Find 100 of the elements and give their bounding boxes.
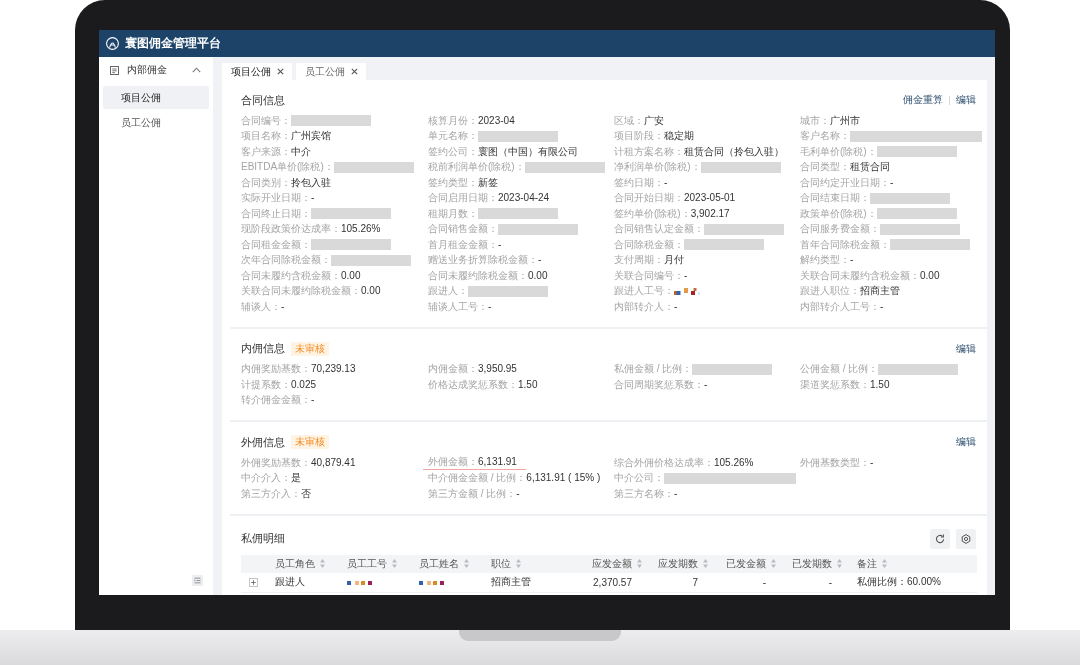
field-label: 中介佣金金额 / 比例：	[428, 472, 527, 485]
field-value: 6,131.91 ( 15% )	[526, 472, 601, 485]
field-label: 关联合同编号：	[614, 269, 684, 282]
field-label: 区域：	[614, 114, 644, 127]
sort-icon[interactable]	[882, 559, 887, 568]
sort-icon[interactable]	[837, 559, 842, 568]
field-label: 合同服务费金额：	[800, 223, 880, 236]
field-label: 综合外佣价格达成率：	[614, 456, 714, 469]
refresh-icon	[935, 533, 945, 544]
sidebar-item[interactable]: 员工公佣	[103, 111, 209, 134]
sort-icon[interactable]	[703, 559, 708, 568]
tab[interactable]: 员工公佣	[296, 63, 366, 80]
tab[interactable]: 项目公佣	[222, 63, 292, 80]
field-value: 广州市	[830, 114, 860, 127]
field-label: 合同终止日期：	[241, 207, 311, 220]
action-link[interactable]: 编辑	[956, 435, 976, 449]
sort-icon[interactable]	[637, 559, 642, 568]
field-label: 合同启用日期：	[428, 192, 498, 205]
field-value: -	[538, 254, 542, 267]
field-value: 3,950.95	[478, 363, 517, 376]
field-value: 105.26%	[341, 223, 381, 236]
field-label: 内佣金额：	[428, 363, 478, 376]
settings-icon	[961, 533, 971, 544]
close-icon[interactable]	[277, 68, 284, 75]
field-label: 外佣基数类型：	[800, 456, 870, 469]
field-label: 支付周期：	[614, 254, 664, 267]
field-label: 外佣金额：	[428, 456, 478, 469]
cell-text: -	[828, 576, 832, 588]
sort-icon[interactable]	[516, 559, 521, 568]
field-value: -	[674, 487, 678, 500]
refresh-button[interactable]	[930, 528, 950, 549]
document-icon	[110, 65, 119, 75]
sidebar-item[interactable]: 项目公佣	[103, 86, 209, 109]
sort-icon[interactable]	[464, 559, 469, 568]
field-value: 40,879.41	[311, 456, 356, 469]
field-label: 合同未履约除税金额：	[428, 269, 528, 282]
field-label: 跟进人职位：	[800, 285, 860, 298]
sort-icon[interactable]	[320, 559, 325, 568]
menu-group[interactable]: 内部佣金	[99, 57, 213, 83]
field-value: -	[311, 192, 315, 205]
action-link[interactable]: 编辑	[956, 341, 976, 356]
field-value: 1.50	[518, 378, 538, 391]
field-label: 签约公司：	[428, 145, 478, 158]
field-value: -	[488, 300, 492, 313]
logo-icon	[106, 37, 119, 50]
field-label: 第三方金额 / 比例：	[428, 487, 517, 500]
field-value: 新签	[478, 176, 498, 189]
field-value: 2023-04-24	[498, 192, 550, 205]
column-header[interactable]: 应发期数	[650, 554, 716, 573]
field-label: 公佣金额 / 比例：	[800, 363, 879, 376]
sort-icon[interactable]	[392, 559, 397, 568]
field-label: 第三方名称：	[614, 487, 674, 500]
field-value: -	[880, 300, 884, 313]
field-label: 解约类型：	[800, 254, 850, 267]
field-value: 3,902.17	[690, 207, 730, 220]
section-title: 私佣明细	[241, 531, 285, 546]
pixelated-value-icon	[347, 578, 373, 586]
field-value: -	[664, 176, 668, 189]
field-label: 中介公司：	[614, 472, 664, 485]
column-header[interactable]: 员工工号	[340, 554, 412, 573]
field-label: 合同约定开业日期：	[800, 176, 890, 189]
field-value: 招商主管	[860, 285, 900, 298]
field-label: 赠送业务折算除税金额：	[428, 254, 538, 267]
expand-icon[interactable]	[249, 577, 258, 587]
sort-icon[interactable]	[771, 559, 776, 568]
action-link[interactable]: 编辑	[956, 93, 976, 107]
status-badge: 未审核	[291, 341, 329, 356]
field-value: -	[890, 176, 894, 189]
column-header[interactable]: 已发金额	[716, 554, 784, 573]
field-label: 合同结束日期：	[800, 192, 870, 205]
section-title: 外佣信息	[241, 434, 285, 450]
field-label: 首月租金金额：	[428, 238, 498, 251]
menu-fold-icon[interactable]	[192, 575, 203, 586]
field-label: 关联合同未履约含税金额：	[800, 269, 920, 282]
column-header[interactable]: 职位	[484, 554, 560, 573]
close-icon[interactable]	[351, 68, 358, 75]
field-label: 计租方案名称：	[614, 145, 684, 158]
field-label: 内佣奖励基数：	[241, 363, 311, 376]
field-label: 外佣奖励基数：	[241, 456, 311, 469]
column-header[interactable]: 已发期数	[784, 554, 850, 573]
field-label: 税前利润单价(除税)：	[428, 161, 525, 174]
action-link[interactable]: 佣金重算	[903, 93, 943, 107]
field-label: 辅谈人工号：	[428, 300, 488, 313]
column-header[interactable]: 员工角色	[268, 554, 340, 573]
column-header[interactable]: 备注	[850, 554, 977, 573]
field-value: 70,239.13	[311, 363, 356, 376]
app-title: 寰图佣金管理平台	[125, 35, 221, 52]
field-label: 项目阶段：	[614, 130, 664, 143]
field-value: 0.00	[341, 269, 361, 282]
settings-button[interactable]	[956, 528, 976, 549]
field-value: 105.26%	[714, 456, 754, 469]
column-header[interactable]: 员工姓名	[412, 554, 484, 573]
field-label: 签约日期：	[614, 176, 664, 189]
field-label: 现阶段政策价达成率：	[241, 223, 341, 236]
field-value: 稳定期	[664, 130, 694, 143]
column-header[interactable]: 应发金额	[560, 554, 650, 573]
field-label: 渠道奖惩系数：	[800, 378, 870, 391]
field-value: 广州宾馆	[291, 130, 331, 143]
field-value: 0.00	[528, 269, 548, 282]
field-label: 客户来源：	[241, 145, 291, 158]
